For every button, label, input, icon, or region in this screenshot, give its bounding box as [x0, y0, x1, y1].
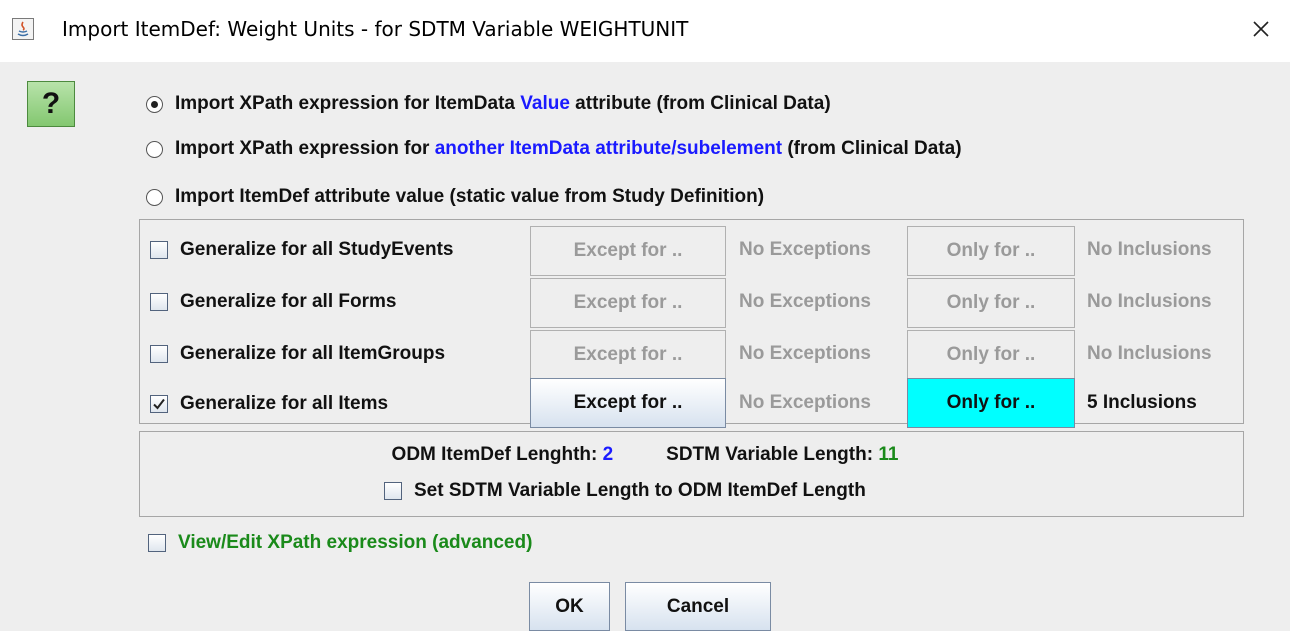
- xpath-label: View/Edit XPath expression (advanced): [178, 532, 533, 553]
- generalize-label: Generalize for all StudyEvents: [180, 239, 454, 260]
- exceptions-status: No Exceptions: [739, 343, 871, 364]
- exceptions-status: No Exceptions: [739, 291, 871, 312]
- set-length-row[interactable]: Set SDTM Variable Length to ODM ItemDef …: [384, 476, 866, 506]
- sdtm-length-value: 11: [878, 444, 899, 465]
- generalize-items-checkbox[interactable]: [150, 395, 168, 413]
- xpath-row[interactable]: View/Edit XPath expression (advanced): [148, 528, 532, 558]
- radio-label: Import XPath expression for another Item…: [175, 138, 962, 159]
- generalize-label: Generalize for all ItemGroups: [180, 343, 446, 364]
- radio-label: Import ItemDef attribute value (static v…: [175, 186, 765, 207]
- radio-import-static-value[interactable]: Import ItemDef attribute value (static v…: [146, 184, 764, 210]
- cancel-button[interactable]: Cancel: [625, 582, 771, 631]
- close-icon[interactable]: [1246, 14, 1276, 44]
- radio-button[interactable]: [146, 188, 163, 206]
- radio-import-value[interactable]: Import XPath expression for ItemData Val…: [146, 91, 831, 117]
- only-for-button[interactable]: Only for ..: [907, 330, 1075, 380]
- length-info: ODM ItemDef Lenghth: 2 SDTM Variable Len…: [0, 444, 1290, 466]
- sdtm-length-label: SDTM Variable Length:: [666, 444, 879, 465]
- generalize-label: Generalize for all Items: [180, 393, 389, 414]
- inclusions-status: No Inclusions: [1087, 291, 1212, 312]
- java-app-icon: [12, 18, 34, 40]
- generalize-studyevents-checkbox[interactable]: [150, 241, 168, 259]
- exceptions-status: No Exceptions: [739, 392, 871, 413]
- xpath-checkbox[interactable]: [148, 534, 166, 552]
- except-for-button[interactable]: Except for ..: [530, 278, 726, 328]
- dialog-content: ? Import XPath expression for ItemData V…: [0, 62, 1290, 631]
- generalize-forms-row[interactable]: Generalize for all Forms: [150, 287, 396, 317]
- generalize-itemgroups-row[interactable]: Generalize for all ItemGroups: [150, 339, 445, 369]
- window-title: Import ItemDef: Weight Units - for SDTM …: [62, 17, 689, 41]
- generalize-items-row[interactable]: Generalize for all Items: [150, 389, 388, 419]
- title-bar: Import ItemDef: Weight Units - for SDTM …: [0, 0, 1290, 62]
- only-for-button[interactable]: Only for ..: [907, 226, 1075, 276]
- ok-button[interactable]: OK: [529, 582, 610, 631]
- exceptions-status: No Exceptions: [739, 239, 871, 260]
- only-for-button[interactable]: Only for ..: [907, 278, 1075, 328]
- radio-label: Import XPath expression for ItemData Val…: [175, 93, 831, 114]
- set-length-label: Set SDTM Variable Length to ODM ItemDef …: [414, 480, 866, 501]
- except-for-button[interactable]: Except for ..: [530, 378, 726, 428]
- inclusions-status: No Inclusions: [1087, 343, 1212, 364]
- radio-button-selected[interactable]: [146, 95, 163, 113]
- except-for-button[interactable]: Except for ..: [530, 330, 726, 380]
- generalize-studyevents-row[interactable]: Generalize for all StudyEvents: [150, 235, 453, 265]
- generalize-label: Generalize for all Forms: [180, 291, 397, 312]
- odm-length-label: ODM ItemDef Lenghth:: [391, 444, 603, 465]
- radio-button[interactable]: [146, 140, 163, 158]
- odm-length-value: 2: [602, 444, 614, 465]
- generalize-itemgroups-checkbox[interactable]: [150, 345, 168, 363]
- radio-import-other-attribute[interactable]: Import XPath expression for another Item…: [146, 136, 962, 162]
- checkmark-icon: [153, 398, 165, 410]
- only-for-button[interactable]: Only for ..: [907, 378, 1075, 428]
- inclusions-status: No Inclusions: [1087, 239, 1212, 260]
- set-length-checkbox[interactable]: [384, 482, 402, 500]
- generalize-forms-checkbox[interactable]: [150, 293, 168, 311]
- except-for-button[interactable]: Except for ..: [530, 226, 726, 276]
- inclusions-status: 5 Inclusions: [1087, 392, 1197, 413]
- help-button[interactable]: ?: [27, 81, 75, 127]
